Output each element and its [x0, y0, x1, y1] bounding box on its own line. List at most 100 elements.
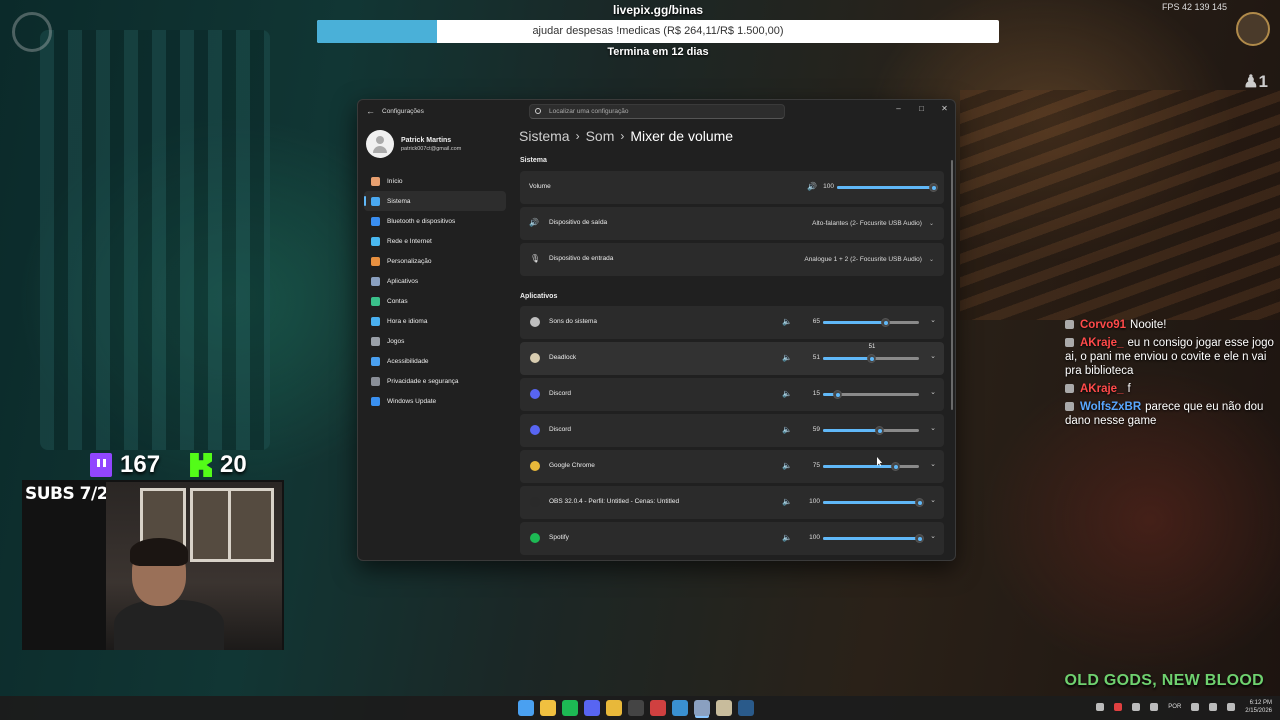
- volume-tooltip: 51: [868, 344, 876, 350]
- output-device-dropdown[interactable]: Alto-falantes (2- Focusrite USB Audio) ⌄: [812, 217, 934, 230]
- slider-thumb[interactable]: [928, 183, 938, 192]
- app-volume-slider[interactable]: [823, 462, 919, 471]
- brush-icon: [371, 256, 380, 266]
- settings-search[interactable]: [529, 104, 785, 119]
- game-title-logo: OLD GODS, NEW BLOOD: [1064, 672, 1264, 689]
- sidebar-item-7[interactable]: Hora e idioma: [364, 311, 506, 331]
- volume-icon[interactable]: [1150, 703, 1159, 711]
- slider-thumb[interactable]: [890, 462, 900, 471]
- chevron-down-icon[interactable]: ⌄: [930, 424, 936, 432]
- app-volume-row[interactable]: Discord 🔈 15 ⌄: [520, 378, 944, 411]
- speaker-icon[interactable]: 🔈: [782, 533, 792, 542]
- app-volume-slider[interactable]: [823, 390, 919, 399]
- input-device-row[interactable]: 🎙 Dispositivo de entrada Analogue 1 + 2 …: [520, 243, 944, 276]
- chevron-down-icon[interactable]: ⌄: [930, 352, 936, 360]
- sidebar-item-8[interactable]: Jogos: [364, 331, 506, 351]
- chat-message: AKraje_ eu n consigo jogar esse jogo ai, …: [1065, 336, 1280, 378]
- back-arrow-icon[interactable]: ←: [366, 106, 375, 116]
- slider-thumb[interactable]: [875, 426, 885, 435]
- sidebar-item-2[interactable]: Bluetooth e dispositivos: [364, 211, 506, 231]
- chevron-down-icon[interactable]: ⌄: [930, 496, 936, 504]
- output-device-row[interactable]: 🔊 Dispositivo de saída Alto-falantes (2-…: [520, 207, 944, 240]
- chevron-down-icon[interactable]: ⌄: [930, 316, 936, 324]
- file-explorer-icon[interactable]: [540, 700, 556, 716]
- chat-badge-icon: [1065, 384, 1074, 393]
- speaker-icon[interactable]: 🔈: [782, 353, 792, 362]
- profile-email: patrick007ct@gmail.com: [401, 145, 462, 152]
- speaker-icon[interactable]: 🔈: [782, 317, 792, 326]
- sidebar-item-4[interactable]: Personalização: [364, 251, 506, 271]
- app-volume-row[interactable]: Sons do sistema 🔈 65 ⌄: [520, 306, 944, 339]
- app-volume-row[interactable]: Spotify 🔈 100 ⌄: [520, 522, 944, 555]
- kick-icon: [190, 453, 213, 477]
- chrome-icon[interactable]: [606, 700, 622, 716]
- speaker-icon[interactable]: 🔈: [782, 389, 792, 398]
- app-icon[interactable]: [650, 700, 666, 716]
- speaker-icon[interactable]: 🔈: [782, 461, 792, 470]
- apps-icon: [371, 276, 380, 286]
- app-volume-row[interactable]: OBS 32.0.4 - Perfil: Untitled - Cenas: U…: [520, 486, 944, 519]
- app-volume-slider[interactable]: [823, 318, 919, 327]
- user-profile[interactable]: Patrick Martins patrick007ct@gmail.com: [366, 128, 461, 160]
- discord-icon[interactable]: [584, 700, 600, 716]
- app-name: OBS 32.0.4 - Perfil: Untitled - Cenas: U…: [549, 498, 680, 505]
- slider-thumb[interactable]: [832, 390, 842, 399]
- minimize-icon[interactable]: –: [894, 104, 903, 113]
- edge-icon[interactable]: [672, 700, 688, 716]
- breadcrumb-som[interactable]: Som: [586, 128, 615, 144]
- chat-badge-icon: [1065, 338, 1074, 347]
- chevron-down-icon[interactable]: ⌄: [930, 460, 936, 468]
- speaker-icon[interactable]: 🔈: [782, 497, 792, 506]
- master-volume-slider[interactable]: [837, 183, 938, 192]
- speaker-icon[interactable]: 🔊: [807, 182, 817, 191]
- taskbar: POR 6:12 PM 2/15/2026: [0, 696, 1280, 720]
- sidebar-item-0[interactable]: Início: [364, 171, 506, 191]
- chevron-up-icon[interactable]: [1096, 703, 1105, 711]
- sidebar-item-9[interactable]: Acessibilidade: [364, 351, 506, 371]
- battery-icon[interactable]: [1227, 703, 1236, 711]
- app-volume-slider[interactable]: [823, 534, 924, 543]
- obs-icon[interactable]: [628, 700, 644, 716]
- app-volume-slider[interactable]: [823, 498, 924, 507]
- deadlock-icon[interactable]: [716, 700, 732, 716]
- breadcrumb-sistema[interactable]: Sistema: [519, 128, 570, 144]
- tray-app-icon[interactable]: [1114, 703, 1123, 711]
- windows-start-icon[interactable]: [518, 700, 534, 716]
- input-device-dropdown[interactable]: Analogue 1 + 2 (2- Focusrite USB Audio) …: [804, 253, 934, 266]
- slider-thumb[interactable]: [914, 534, 924, 543]
- language-indicator[interactable]: POR: [1168, 704, 1181, 710]
- windows-update-icon: [371, 396, 380, 406]
- twitch-viewer-count: 167: [120, 451, 161, 478]
- sidebar-item-1[interactable]: Sistema: [364, 191, 506, 211]
- sidebar-item-6[interactable]: Contas: [364, 291, 506, 311]
- sidebar-item-11[interactable]: Windows Update: [364, 391, 506, 411]
- app-volume-row[interactable]: Discord 🔈 59 ⌄: [520, 414, 944, 447]
- app-volume-slider[interactable]: 51: [823, 344, 919, 363]
- app-volume-row[interactable]: Deadlock 🔈 51 51 ⌄: [520, 342, 944, 375]
- close-icon[interactable]: ✕: [940, 104, 949, 113]
- slider-thumb[interactable]: [880, 318, 890, 327]
- app-volume-slider[interactable]: [823, 426, 919, 435]
- search-input[interactable]: [549, 108, 769, 115]
- scrollbar[interactable]: [951, 160, 953, 410]
- app-volume-row[interactable]: Google Chrome 🔈 75 ⌄: [520, 450, 944, 483]
- speaker-icon[interactable]: 🔈: [782, 425, 792, 434]
- slider-thumb[interactable]: [867, 354, 877, 363]
- steam-icon[interactable]: [738, 700, 754, 716]
- chevron-down-icon[interactable]: ⌄: [930, 532, 936, 540]
- slider-thumb[interactable]: [914, 498, 924, 507]
- sidebar-item-3[interactable]: Rede e Internet: [364, 231, 506, 251]
- wifi-icon[interactable]: [1132, 703, 1141, 711]
- chat-message: Corvo91 Nooite!: [1065, 318, 1280, 332]
- clock[interactable]: 6:12 PM 2/15/2026: [1245, 699, 1272, 715]
- speaker-icon[interactable]: [1209, 703, 1218, 711]
- chevron-down-icon[interactable]: ⌄: [930, 388, 936, 396]
- settings-icon[interactable]: [694, 700, 710, 716]
- network-icon[interactable]: [1191, 703, 1200, 711]
- input-device-value: Analogue 1 + 2 (2- Focusrite USB Audio): [804, 256, 922, 263]
- sidebar-item-5[interactable]: Aplicativos: [364, 271, 506, 291]
- spotify-icon[interactable]: [562, 700, 578, 716]
- sidebar-item-10[interactable]: Privacidade e segurança: [364, 371, 506, 391]
- game-background-stairs: [960, 90, 1280, 320]
- maximize-icon[interactable]: □: [917, 104, 926, 113]
